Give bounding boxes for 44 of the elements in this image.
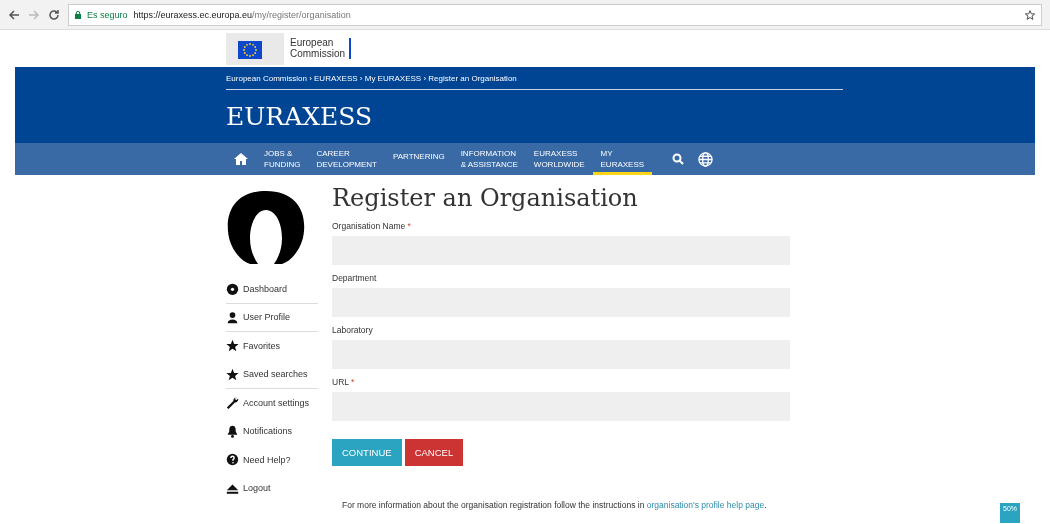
flag-logo-icon[interactable] bbox=[226, 32, 284, 65]
info-text: For more information about the organisation registration follow the instructions in organisation's profile help page. bbox=[342, 500, 768, 511]
secure-label: Es seguro bbox=[87, 9, 128, 20]
wrench-icon bbox=[226, 396, 239, 410]
avatar-icon bbox=[226, 191, 306, 265]
logo-text[interactable]: European Commission bbox=[290, 38, 351, 59]
field-label: URL * bbox=[332, 377, 356, 388]
back-icon[interactable] bbox=[8, 8, 20, 21]
cancel-button[interactable]: CANCEL bbox=[404, 439, 464, 467]
nav-item[interactable]: JOBS & FUNDING bbox=[256, 143, 309, 175]
home-icon[interactable] bbox=[234, 153, 248, 165]
field-label: Department bbox=[332, 273, 378, 284]
nav-item[interactable]: CAREER DEVELOPMENT bbox=[308, 143, 385, 175]
user-icon bbox=[226, 310, 239, 324]
bell-icon bbox=[226, 424, 239, 438]
sidebar-item[interactable]: Saved searches bbox=[226, 360, 318, 389]
url-text: https://euraxess.ec.europa.eu/my/register/organisation bbox=[133, 9, 351, 20]
search-icon[interactable] bbox=[672, 153, 685, 165]
sidebar-item[interactable]: Logout bbox=[226, 474, 318, 503]
bookmark-star-icon[interactable] bbox=[1025, 9, 1035, 20]
dashboard-icon bbox=[226, 282, 239, 296]
eject-icon bbox=[226, 481, 239, 495]
lock-icon bbox=[75, 10, 81, 19]
globe-icon[interactable] bbox=[698, 151, 714, 167]
sidebar-item[interactable]: Notifications bbox=[226, 417, 318, 446]
reload-icon[interactable] bbox=[48, 8, 60, 21]
field-label: Organisation Name * bbox=[332, 221, 412, 232]
breadcrumb: European Commission › EURAXESS › My EURAXESS › Register an Organisation bbox=[226, 67, 843, 90]
sidebar-item[interactable]: Favorites bbox=[226, 332, 318, 361]
sidebar-item[interactable]: Need Help? bbox=[226, 446, 318, 475]
site-title[interactable]: EURAXESS bbox=[226, 90, 843, 131]
page-title: Register an Organisation bbox=[332, 185, 639, 212]
help-icon bbox=[226, 453, 239, 467]
nav-item[interactable]: MY EURAXESS bbox=[592, 143, 653, 175]
nav-item[interactable]: EURAXESS WORLDWIDE bbox=[525, 143, 593, 175]
field-label: Laboratory bbox=[332, 325, 374, 336]
sidebar-item[interactable]: Account settings bbox=[226, 389, 318, 418]
nav-item[interactable]: INFORMATION & ASSISTANCE bbox=[452, 143, 526, 175]
star-icon bbox=[226, 339, 239, 353]
sidebar-item[interactable]: Dashboard bbox=[226, 275, 318, 304]
sidebar-item[interactable]: User Profile bbox=[226, 303, 318, 332]
address-bar[interactable]: Es seguro https://euraxess.ec.europa.eu/my/register/organisation bbox=[68, 3, 1042, 26]
star-icon bbox=[226, 367, 239, 381]
nav-item[interactable]: PARTNERING bbox=[384, 143, 453, 175]
